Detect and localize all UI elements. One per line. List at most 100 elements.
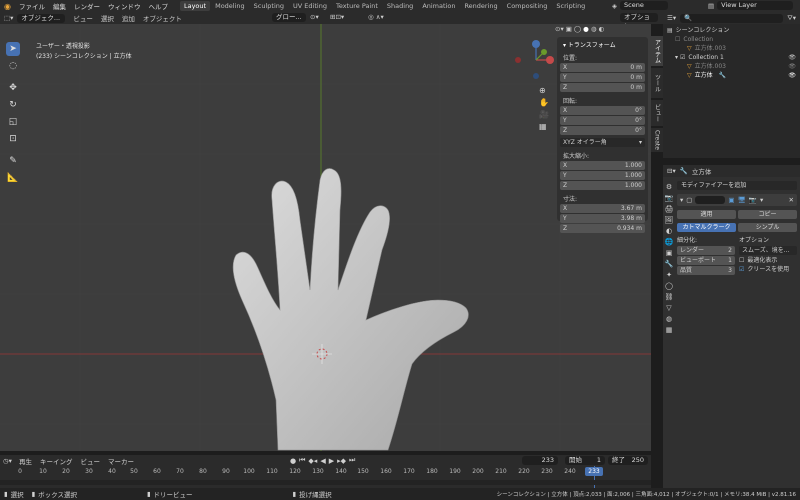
scale-y-field[interactable]: Y 1.000 (560, 171, 645, 180)
jump-end-icon[interactable]: ⏭ (349, 456, 355, 465)
expand-icon[interactable]: ▾ (675, 53, 678, 62)
tool-tab-icon[interactable]: ⚙ (666, 183, 672, 191)
menu-render[interactable]: レンダー (74, 1, 100, 11)
overlay-icon[interactable]: ⊙▾ (555, 25, 564, 33)
tab-texture-paint[interactable]: Texture Paint (332, 1, 382, 11)
location-y-field[interactable]: Y 0 m (560, 73, 645, 82)
view-layer-name[interactable]: View Layer (717, 1, 794, 10)
tab-uv-editing[interactable]: UV Editing (289, 1, 331, 11)
editor-type-icon[interactable]: ⬚▾ (0, 14, 17, 22)
dimensions-x-field[interactable]: X 3.67 m (560, 204, 645, 213)
menu-add[interactable]: 追加 (118, 13, 139, 23)
play-reverse-icon[interactable]: ◀ (320, 457, 325, 465)
rotation-x-field[interactable]: X 0° (560, 106, 645, 115)
cursor-tool-icon[interactable]: ◌ (6, 59, 20, 73)
close-icon[interactable]: ✕ (789, 196, 794, 204)
rotation-mode-dropdown[interactable]: XYZ オイラー角 ▾ (560, 138, 645, 147)
expand-icon[interactable]: ▾ (760, 196, 763, 204)
tab-sculpting[interactable]: Sculpting (250, 1, 288, 11)
menu-file[interactable]: ファイル (19, 1, 45, 11)
prev-keyframe-icon[interactable]: ◆◂ (308, 457, 317, 465)
tab-compositing[interactable]: Compositing (503, 1, 552, 11)
scale-x-field[interactable]: X 1.000 (560, 161, 645, 170)
select-tool-icon[interactable]: ➤ (6, 42, 20, 56)
copy-button[interactable]: コピー (738, 210, 797, 219)
dimensions-y-field[interactable]: Y 3.98 m (560, 214, 645, 223)
ortho-grid-icon[interactable]: ▦ (539, 122, 549, 131)
mode-dropdown[interactable]: オブジェク... (17, 13, 66, 23)
add-modifier-dropdown[interactable]: モディファイアーを追加 (677, 181, 797, 190)
apply-button[interactable]: 適用 (677, 210, 736, 219)
annotate-tool-icon[interactable]: ✎ (6, 154, 20, 168)
start-frame-field[interactable]: 開始 1 (565, 456, 605, 465)
next-keyframe-icon[interactable]: ▸◆ (337, 457, 346, 465)
checkbox-icon[interactable]: ☐ (675, 35, 680, 44)
measure-tool-icon[interactable]: 📐 (6, 171, 20, 185)
constraints-tab-icon[interactable]: ⛓ (665, 293, 674, 301)
wireframe-shading-icon[interactable]: ◯ (574, 25, 581, 33)
timeline-menu-marker[interactable]: マーカー (108, 456, 134, 466)
outliner-item[interactable]: ☐ Collection (667, 35, 796, 44)
viewport-display-icon[interactable]: 🖥 (738, 196, 746, 204)
timeline-ruler[interactable]: 0 10 20 30 40 50 60 70 80 90 100 110 120… (0, 466, 651, 488)
tab-scripting[interactable]: Scripting (552, 1, 589, 11)
menu-help[interactable]: ヘルプ (148, 1, 168, 11)
material-tab-icon[interactable]: ◍ (666, 315, 672, 323)
particles-tab-icon[interactable]: ✦ (666, 271, 672, 279)
checkbox-icon[interactable]: ☑ (680, 53, 685, 62)
options-dropdown[interactable]: オプション (620, 13, 658, 30)
outliner-editor-icon[interactable]: ☰▾ (667, 14, 676, 22)
blender-logo-icon[interactable]: ◉ (4, 2, 11, 11)
current-frame-field[interactable]: 233 (522, 456, 558, 465)
record-icon[interactable]: ● (290, 457, 296, 465)
menu-edit[interactable]: 編集 (53, 1, 66, 11)
outliner-item[interactable]: ▽ 立方体.003 👁 (667, 62, 796, 71)
transform-panel-title[interactable]: ▾ トランスフォーム (557, 37, 648, 50)
world-tab-icon[interactable]: 🌐 (665, 238, 674, 246)
timeline-menu-view[interactable]: ビュー (80, 456, 100, 466)
transform-tool-icon[interactable]: ⊡ (6, 132, 20, 146)
object-tab-icon[interactable]: ▣ (666, 249, 673, 257)
scale-z-field[interactable]: Z 1.000 (560, 181, 645, 190)
navigation-gizmo[interactable] (512, 32, 558, 82)
camera-icon[interactable]: 🎥 (539, 110, 549, 119)
rendered-shading-icon[interactable]: ◐ (599, 25, 605, 33)
render-tab-icon[interactable]: 📷 (665, 194, 674, 202)
outliner-scene-collection[interactable]: ▤ シーンコレクション (667, 26, 796, 35)
tab-create[interactable]: Create (651, 128, 663, 152)
quality-field[interactable]: 品質 3 (677, 266, 735, 275)
scale-tool-icon[interactable]: ◱ (6, 115, 20, 129)
menu-select[interactable]: 選択 (97, 13, 118, 23)
texture-tab-icon[interactable]: ▦ (666, 326, 673, 334)
rotation-z-field[interactable]: Z 0° (560, 126, 645, 135)
timeline-menu-playback[interactable]: 再生 (19, 456, 32, 466)
zoom-icon[interactable]: ⊕ (539, 86, 549, 95)
snap-icon[interactable]: ⊞⊡▾ (330, 13, 344, 21)
properties-editor-icon[interactable]: ⊟▾ (667, 167, 676, 175)
tab-item[interactable]: アイテム (651, 36, 663, 66)
data-tab-icon[interactable]: ▽ (666, 304, 671, 312)
view-layer-selector[interactable]: ▤ View Layer (708, 1, 794, 10)
material-shading-icon[interactable]: ◍ (591, 25, 597, 33)
menu-object[interactable]: オブジェクト (139, 13, 186, 23)
timeline-editor-icon[interactable]: ◷▾ (3, 457, 12, 465)
collapse-icon[interactable]: ▾ (680, 196, 683, 204)
menu-view[interactable]: ビュー (69, 13, 97, 23)
tab-layout[interactable]: Layout (179, 1, 211, 11)
playhead-frame-badge[interactable]: 233 (585, 467, 603, 476)
3d-viewport[interactable]: ユーザー・透視投影 (233) シーンコレクション | 立方体 ➤ ◌ ✥ ↻ … (0, 24, 651, 451)
simple-button[interactable]: シンプル (738, 223, 797, 232)
end-frame-field[interactable]: 終了 250 (608, 456, 648, 465)
eye-icon[interactable]: 👁 (788, 62, 796, 71)
tab-rendering[interactable]: Rendering (460, 1, 501, 11)
scene-name[interactable]: Scene (620, 1, 668, 10)
tab-shading[interactable]: Shading (383, 1, 417, 11)
outliner-item[interactable]: ▾ ☑ Collection 1 👁 (667, 53, 796, 62)
view-layer-tab-icon[interactable]: 🖼 (665, 216, 674, 224)
pan-hand-icon[interactable]: ✋ (539, 98, 549, 107)
use-creases-checkbox[interactable]: ☑ クリースを使用 (739, 265, 797, 274)
menu-window[interactable]: ウィンドウ (108, 1, 141, 11)
outliner-search-input[interactable]: 🔍 (680, 13, 784, 23)
proportional-edit-icon[interactable]: ◎ ∧▾ (368, 13, 384, 21)
tab-animation[interactable]: Animation (418, 1, 459, 11)
